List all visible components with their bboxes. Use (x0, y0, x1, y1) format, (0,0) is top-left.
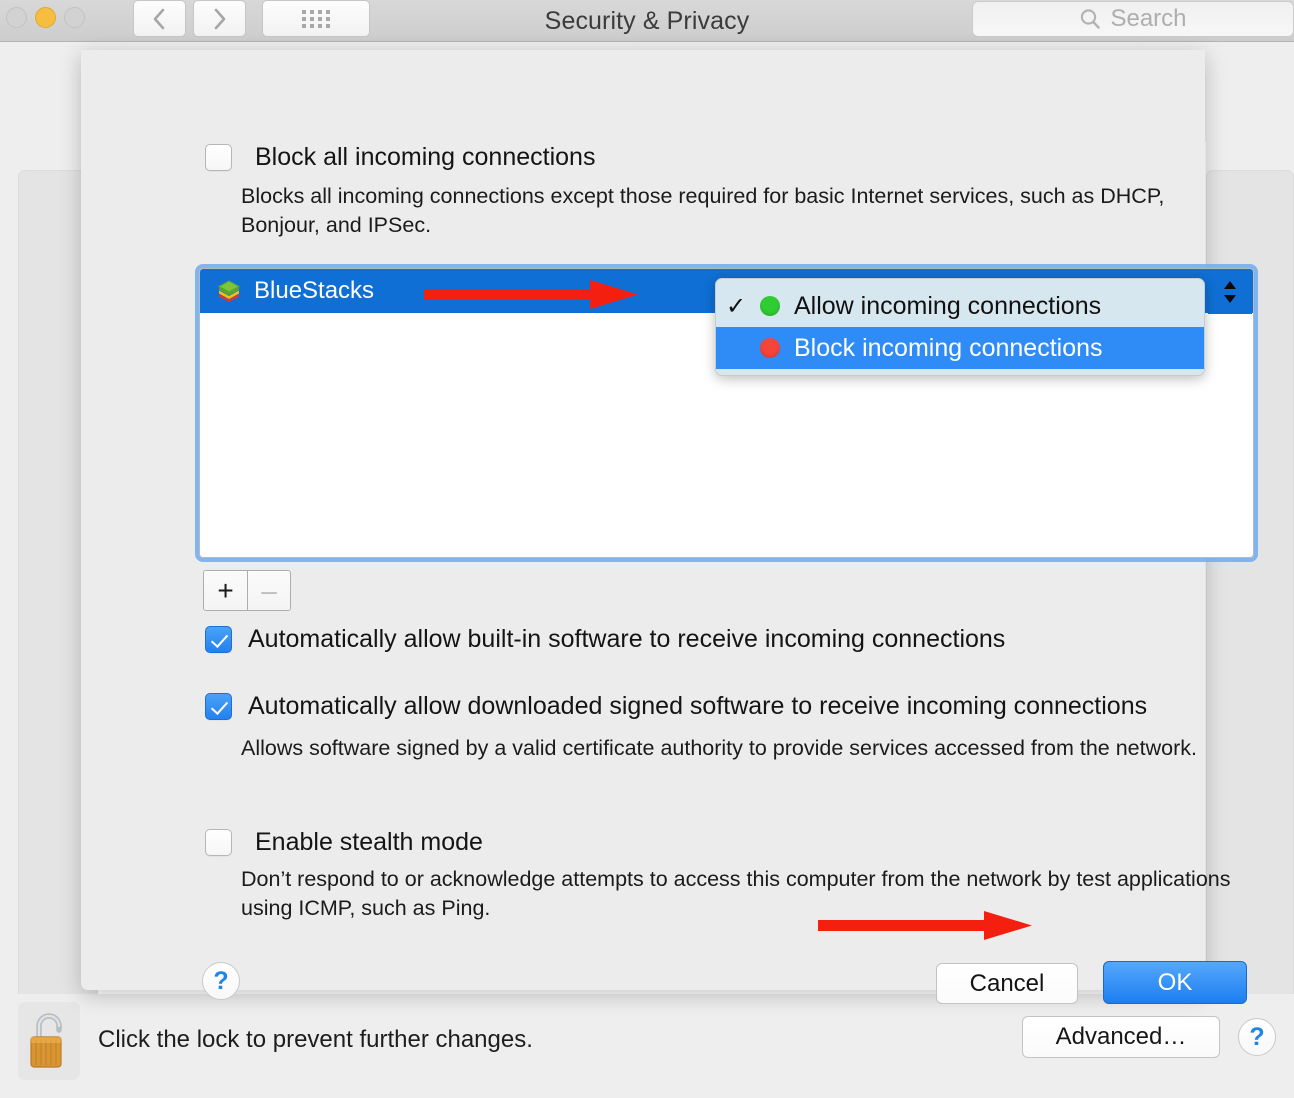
menu-item-block-incoming[interactable]: Block incoming connections (716, 327, 1204, 369)
menu-item-allow-incoming-label: Allow incoming connections (794, 291, 1102, 320)
status-dot-red (760, 338, 794, 358)
block-all-incoming-description: Blocks all incoming connections except t… (241, 184, 1165, 237)
lock-button[interactable] (18, 1002, 80, 1080)
open-padlock-icon (30, 1013, 62, 1068)
cancel-button[interactable]: Cancel (936, 963, 1078, 1004)
search-icon (1081, 9, 1101, 29)
checkmark-icon: ✓ (726, 292, 747, 320)
add-remove-segmented-control[interactable]: + – (203, 570, 291, 611)
allow-signed-software-checkbox[interactable] (205, 693, 232, 720)
allow-builtin-software-checkbox[interactable] (205, 626, 232, 653)
search-field[interactable]: Search (972, 1, 1294, 37)
menu-item-allow-incoming[interactable]: ✓ Allow incoming connections (716, 285, 1204, 327)
add-app-button[interactable]: + (204, 571, 247, 610)
firewall-options-sheet: Block all incoming connections Blocks al… (81, 50, 1258, 1004)
advanced-button[interactable]: Advanced… (1022, 1016, 1220, 1058)
security-privacy-window: Security & Privacy Search Click the lock… (0, 0, 1294, 1098)
remove-app-button: – (247, 571, 290, 610)
status-dot-green (760, 296, 794, 316)
ok-button[interactable]: OK (1103, 961, 1247, 1004)
connection-setting-menu: ✓ Allow incoming connections Block incom… (715, 278, 1205, 376)
lock-bar: Click the lock to prevent further change… (0, 994, 1294, 1098)
arrow-pointing-to-block-incoming (424, 280, 638, 309)
allow-builtin-software-row[interactable]: Automatically allow built-in software to… (205, 626, 1005, 653)
titlebar: Security & Privacy Search (0, 0, 1294, 42)
search-placeholder: Search (1110, 5, 1187, 32)
block-all-incoming-checkbox[interactable] (205, 144, 232, 171)
lock-message: Click the lock to prevent further change… (98, 1026, 533, 1053)
help-button-sheet[interactable]: ? (202, 962, 240, 1000)
bluestacks-app-icon (217, 280, 241, 302)
block-all-incoming-label: Block all incoming connections (255, 143, 596, 171)
arrow-pointing-to-ok (818, 911, 1032, 940)
help-button-bottom[interactable]: ? (1238, 1018, 1276, 1056)
menu-item-block-incoming-label: Block incoming connections (794, 333, 1103, 362)
allow-signed-software-label: Automatically allow downloaded signed so… (248, 692, 1148, 720)
enable-stealth-mode-description: Don’t respond to or acknowledge attempts… (241, 867, 1231, 920)
enable-stealth-mode-row[interactable]: Enable stealth mode (205, 829, 483, 856)
enable-stealth-mode-checkbox[interactable] (205, 829, 232, 856)
table-row-app-name: BlueStacks (254, 277, 375, 304)
enable-stealth-mode-label: Enable stealth mode (255, 828, 483, 856)
chevron-up-down-icon (1224, 281, 1236, 303)
block-all-incoming-row[interactable]: Block all incoming connections (205, 144, 595, 171)
allow-signed-software-row[interactable]: Automatically allow downloaded signed so… (205, 693, 1147, 720)
allow-signed-software-description: Allows software signed by a valid certif… (241, 736, 1197, 760)
allow-builtin-software-label: Automatically allow built-in software to… (248, 625, 1006, 653)
connection-setting-popup-button[interactable] (1208, 270, 1252, 314)
